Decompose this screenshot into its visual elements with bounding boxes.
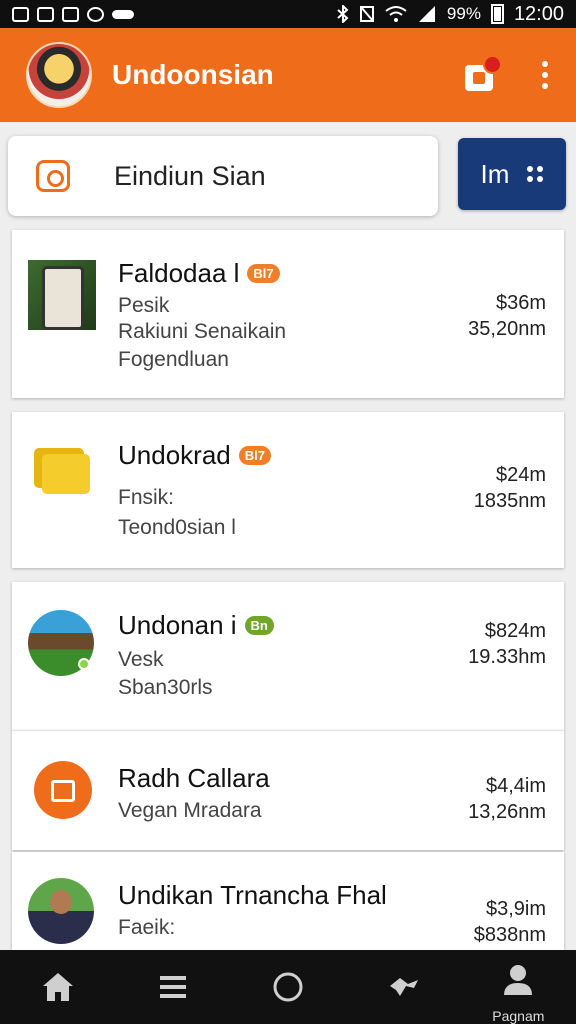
item-detail: Fogendluan (118, 348, 229, 371)
item-detail: Teond0sian l (118, 516, 236, 539)
item-thumbnail (28, 260, 96, 330)
shuffle-icon (390, 978, 419, 996)
folder-icon (34, 448, 90, 494)
status-bar: 99% 12:00 (0, 0, 576, 28)
filter-button[interactable]: Im (458, 138, 566, 210)
grid-dots-icon (527, 166, 544, 182)
app-logo[interactable] (26, 42, 92, 108)
item-tag: Bl7 (238, 446, 271, 465)
item-detail: Faeik: (118, 916, 176, 939)
item-distance: 1835nm (473, 490, 546, 512)
cat-notification-icon (37, 6, 54, 22)
list-item[interactable]: Undonan i Bn Vesk Sban30rls $824m 19.33h… (12, 582, 564, 730)
list-item[interactable]: Radh Callara Vegan Mradara $4,4im 13,26n… (12, 730, 564, 850)
home-icon (42, 973, 73, 1001)
bottom-navigation: Pagnam (0, 950, 576, 1024)
nav-list[interactable] (133, 950, 213, 1024)
item-price: $36m (495, 292, 546, 314)
item-thumbnail (28, 878, 94, 944)
item-name-row: Undokrad Bl7 (118, 440, 271, 471)
shopping-bag-button[interactable] (462, 55, 502, 95)
search-bar (8, 136, 507, 216)
item-price: $4,4im (485, 775, 546, 797)
list-item[interactable]: Faldodaa l Bl7 Pesik Rakiuni Senaikain F… (12, 230, 564, 398)
item-name-row: Faldodaa l Bl7 (118, 258, 280, 289)
profile-icon (504, 965, 533, 995)
item-distance: 19.33hm (468, 646, 546, 668)
item-name-row: Radh Callara (118, 763, 270, 794)
item-price: $24m (495, 464, 546, 486)
search-input[interactable] (112, 159, 470, 193)
item-distance: 35,20nm (468, 318, 546, 340)
nav-profile[interactable]: Pagnam (478, 950, 558, 1024)
item-name: Undikan Trnancha Fhal (118, 880, 387, 910)
item-price: $824m (484, 620, 546, 642)
location-notification-icon (87, 6, 104, 22)
item-name: Radh Callara (118, 763, 270, 793)
bluetooth-icon (337, 5, 349, 23)
list-item[interactable]: Undikan Trnancha Fhal Faeik: $3,9im $838… (12, 852, 564, 962)
app-title: Undoonsian (112, 59, 274, 90)
item-detail: Fnsik: (118, 486, 175, 509)
list-item[interactable]: Undokrad Bl7 Fnsik: Teond0sian l $24m 18… (12, 412, 564, 568)
battery-percent: 99% (446, 4, 481, 23)
image-notification-icon (12, 6, 29, 22)
item-name: Faldodaa l (118, 258, 240, 288)
item-distance: $838nm (473, 924, 546, 946)
item-name-row: Undikan Trnancha Fhal (118, 880, 387, 911)
nav-profile-label: Pagnam (492, 1008, 545, 1024)
nav-home-button[interactable] (248, 950, 328, 1024)
item-detail: Vegan Mradara (118, 799, 262, 822)
item-name: Undonan i (118, 610, 237, 640)
circle-icon (273, 972, 303, 1002)
signal-icon (418, 6, 435, 22)
system-icons: 99% 12:00 (337, 3, 564, 26)
battery-icon (490, 4, 504, 24)
item-distance: 13,26nm (468, 801, 546, 823)
nav-home[interactable] (18, 950, 98, 1024)
item-tag: Bl7 (247, 264, 280, 283)
item-detail: Sban30rls (118, 676, 213, 699)
filter-label: Im (480, 158, 510, 189)
pill-notification-icon (112, 9, 134, 19)
notification-badge (483, 55, 502, 74)
menu-list-icon (159, 976, 186, 998)
item-detail: Vesk (118, 648, 164, 671)
app-bar: Undoonsian (0, 28, 576, 122)
item-thumbnail (28, 610, 94, 676)
mute-icon (359, 6, 374, 22)
camera-badge-icon (34, 761, 92, 819)
phone-notification-icon (62, 6, 79, 22)
camera-icon[interactable] (36, 160, 70, 192)
item-name: Undokrad (118, 440, 231, 470)
item-price: $3,9im (485, 898, 546, 920)
item-tag: Bn (244, 616, 274, 635)
nav-explore[interactable] (363, 950, 443, 1024)
clock: 12:00 (513, 2, 564, 25)
item-detail: Pesik (118, 294, 170, 317)
item-detail: Rakiuni Senaikain (118, 320, 287, 343)
item-name-row: Undonan i Bn (118, 610, 274, 641)
more-vert-icon[interactable] (540, 61, 550, 89)
notification-icons (12, 6, 134, 22)
wifi-icon (385, 6, 407, 22)
